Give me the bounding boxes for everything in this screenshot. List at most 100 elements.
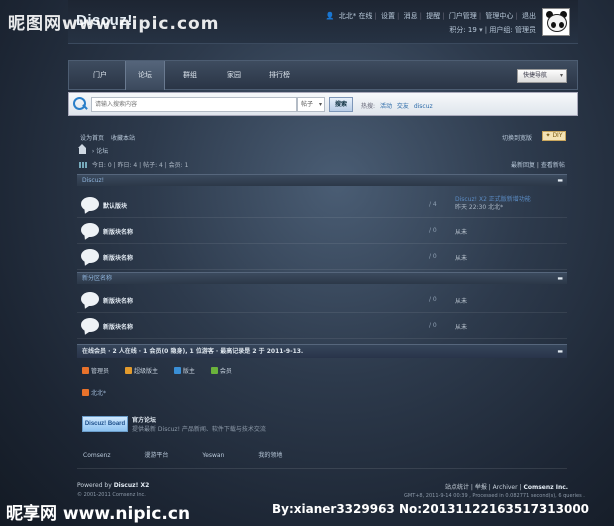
settings-link[interactable]: 设置: [381, 12, 395, 20]
main-nav: 门户 论坛 群组 家园 排行榜 快捷导航: [68, 60, 578, 90]
messages-link[interactable]: 消息: [404, 12, 418, 20]
moderator-user-icon: [173, 367, 181, 374]
forum-stats: 今日: 0 | 昨日: 4 | 帖子: 4 | 会员: 1: [79, 160, 188, 169]
collapse-icon[interactable]: ▬: [557, 175, 563, 186]
breadcrumb: › 论坛: [78, 144, 108, 155]
member-legend: 管理员 超级版主 版主 会员: [82, 366, 246, 375]
forum-count: / 0: [429, 296, 437, 303]
footer-link[interactable]: Comsenz: [83, 452, 110, 459]
user-name-link[interactable]: 北北*: [339, 12, 357, 20]
panda-face-icon: [547, 14, 567, 32]
tab-home[interactable]: 家园: [215, 61, 253, 90]
logout-link[interactable]: 退出: [522, 12, 536, 20]
legend-item: 会员: [210, 367, 232, 375]
powered-by-link[interactable]: Discuz! X2: [114, 482, 150, 489]
forum-last-post-time: 昨天 22:30 北北*: [455, 204, 504, 211]
admin-user-icon: [82, 389, 89, 396]
forum-count: / 0: [429, 227, 437, 234]
switch-width-link[interactable]: 切换到宽版: [502, 133, 532, 142]
forum-last-post: 从未: [455, 324, 468, 331]
hot-word-link[interactable]: 交友: [397, 103, 409, 110]
forum-row[interactable]: 新版块名称 / 0 从未: [77, 218, 567, 244]
forum-last-post: 从未: [455, 255, 468, 262]
partner-title[interactable]: 官方论坛: [132, 415, 156, 424]
forum-row[interactable]: 新版块名称 / 0 从未: [77, 287, 567, 313]
forum-count: / 4: [429, 201, 437, 208]
search-input[interactable]: [91, 97, 297, 112]
admin-user-icon: [82, 367, 89, 374]
legend-item: 管理员: [82, 367, 109, 375]
forum-name[interactable]: 默认版块: [103, 201, 127, 210]
bookmark-link[interactable]: 收藏本站: [111, 135, 135, 142]
set-homepage-link[interactable]: 设为首页: [80, 135, 104, 142]
legend-item: 超级版主: [124, 367, 158, 375]
forum-count: / 0: [429, 322, 437, 329]
forum-last-post: 从未: [455, 229, 468, 236]
usergroup-link[interactable]: 用户组: 管理员: [489, 26, 536, 34]
stats-chart-icon: [79, 162, 87, 168]
copyright: © 2001-2011 Comsenz Inc.: [77, 492, 146, 498]
user-icon: 👤: [325, 12, 335, 20]
diy-button[interactable]: ✦ DIY: [542, 131, 566, 141]
quick-nav-button[interactable]: 快捷导航: [517, 69, 567, 83]
breadcrumb-forum[interactable]: 论坛: [96, 148, 108, 155]
footer-link[interactable]: Yeswan: [202, 452, 224, 459]
admin-center-link[interactable]: 管理中心: [485, 12, 513, 20]
tab-ranking[interactable]: 排行榜: [257, 61, 302, 90]
latest-replies-link[interactable]: 最新回复: [511, 162, 535, 169]
category-header[interactable]: 新分区名称 ▬: [77, 272, 567, 284]
collapse-icon[interactable]: ▬: [557, 345, 563, 358]
avatar[interactable]: [542, 8, 570, 36]
portal-admin-link[interactable]: 门户管理: [449, 12, 477, 20]
tab-forum[interactable]: 论坛: [125, 61, 165, 90]
toolbar-links: 设为首页 收藏本站: [80, 133, 140, 142]
legend-item: 版主: [173, 367, 195, 375]
breadcrumb-separator: ›: [91, 148, 95, 155]
partner-description: 提供最新 Discuz! 产品新闻、软件下载与技术交流: [132, 426, 266, 433]
watermark: 昵享网 www.nipic.cn: [6, 504, 191, 524]
forum-name[interactable]: 新版块名称: [103, 253, 133, 262]
category-header[interactable]: Discuz! ▬: [77, 174, 567, 186]
credits-link[interactable]: 积分: 19: [449, 26, 477, 34]
server-info: GMT+8, 2011-9-14 00:39 , Processed in 0.…: [404, 493, 585, 499]
forum-last-post: 从未: [455, 298, 468, 305]
footer-links: Comsenz 漫游平台 Yeswan 我的领地: [83, 450, 314, 459]
footer-right-links: 站点统计 | 举报 | Archiver | Comsenz Inc.: [445, 484, 569, 491]
watermark: 昵图网www.nipic.com: [8, 14, 220, 34]
search-bar: 帖子 搜索 热搜: 活动 交友 discuz: [68, 92, 578, 116]
forum-row[interactable]: 新版块名称 / 0 从未: [77, 244, 567, 270]
collapse-icon[interactable]: ▬: [557, 273, 563, 284]
home-icon[interactable]: [78, 144, 86, 154]
online-link[interactable]: 在线: [358, 12, 372, 20]
online-user[interactable]: 北北*: [82, 388, 106, 397]
footer-link[interactable]: 我的领地: [258, 452, 282, 459]
hot-searches: 热搜: 活动 交友 discuz: [361, 103, 433, 110]
hot-word-link[interactable]: discuz: [414, 103, 433, 110]
footer-link[interactable]: 漫游平台: [144, 452, 168, 459]
member-user-icon: [210, 367, 218, 374]
forum-name[interactable]: 新版块名称: [103, 227, 133, 236]
user-links: 👤 北北* 在线 | 设置 | 消息 | 提醒 | 门户管理 | 管理中心 | 退出: [325, 12, 536, 20]
forum-row[interactable]: 默认版块 / 4 Discuz! X2 正式版新增功能 昨天 22:30 北北*: [77, 192, 567, 218]
forum-row[interactable]: 新版块名称 / 0 从未: [77, 313, 567, 339]
forum-bubble-icon: [81, 223, 99, 237]
forum-name[interactable]: 新版块名称: [103, 296, 133, 305]
search-type-select[interactable]: 帖子: [297, 97, 325, 112]
partner-logo[interactable]: Discuz! Board: [82, 416, 128, 432]
powered-by: Powered by Discuz! X2: [77, 482, 150, 489]
online-members-header[interactable]: 在线会员 · 2 人在线 · 1 会员(0 隐身), 1 位游客 · 最高记录是…: [77, 344, 567, 358]
new-posts-link[interactable]: 查看新帖: [541, 162, 565, 169]
tab-groups[interactable]: 群组: [171, 61, 209, 90]
forum-bubble-icon: [81, 197, 99, 211]
forum-bubble-icon: [81, 292, 99, 306]
search-button[interactable]: 搜索: [329, 97, 353, 112]
footer-divider: [77, 468, 567, 469]
tab-portal[interactable]: 门户: [81, 61, 119, 90]
watermark: By:xianer3329963 No:20131122163517313000: [272, 502, 590, 516]
hot-word-link[interactable]: 活动: [380, 103, 392, 110]
forum-bubble-icon: [81, 318, 99, 332]
forum-name[interactable]: 新版块名称: [103, 322, 133, 331]
forum-bubble-icon: [81, 249, 99, 263]
search-icon: [72, 96, 88, 112]
notifications-link[interactable]: 提醒: [426, 12, 440, 20]
